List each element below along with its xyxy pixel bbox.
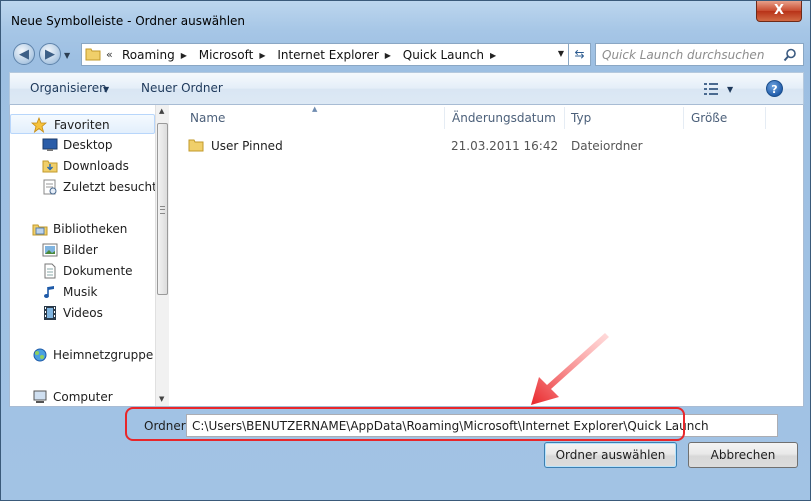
close-button[interactable]: X xyxy=(756,1,802,22)
breadcrumb-item[interactable]: Internet Explorer xyxy=(277,48,378,62)
refresh-button[interactable]: ⇆ xyxy=(569,43,591,66)
nav-item-computer[interactable]: Computer xyxy=(10,387,155,406)
nav-item-libraries[interactable]: Bibliotheken xyxy=(10,219,155,239)
column-header-name[interactable]: Name xyxy=(190,111,225,135)
breadcrumb-arrow-icon[interactable]: ▶ xyxy=(490,51,496,60)
nav-label: Favoriten xyxy=(54,118,110,132)
nav-label: Dokumente xyxy=(63,264,133,278)
table-row[interactable]: User Pinned 21.03.2011 16:42 Dateiordner xyxy=(188,136,788,156)
breadcrumb-item[interactable]: Roaming xyxy=(122,48,175,62)
column-divider[interactable] xyxy=(444,107,445,129)
homegroup-icon xyxy=(33,348,47,362)
scroll-down-icon[interactable]: ▼ xyxy=(159,395,164,403)
videos-icon xyxy=(44,306,56,320)
downloads-folder-icon xyxy=(42,160,58,173)
nav-item-videos[interactable]: Videos xyxy=(10,303,155,323)
column-header-date[interactable]: Änderungsdatum xyxy=(452,111,556,135)
details-view-icon[interactable] xyxy=(703,82,719,96)
select-folder-button[interactable]: Ordner auswählen xyxy=(544,442,677,468)
nav-label: Desktop xyxy=(63,138,113,152)
column-divider[interactable] xyxy=(683,107,684,129)
dialog-window: Neue Symbolleiste - Ordner auswählen X ◀… xyxy=(0,0,811,501)
column-header-type[interactable]: Typ xyxy=(571,111,591,135)
breadcrumb-arrow-icon[interactable]: ▶ xyxy=(181,51,187,60)
nav-label: Bibliotheken xyxy=(53,222,128,236)
file-list[interactable]: ▲ Name Änderungsdatum Typ Größe User Pin… xyxy=(172,105,802,406)
nav-label: Downloads xyxy=(63,159,129,173)
organize-button[interactable]: Organisieren xyxy=(30,81,107,95)
breadcrumb-arrow-icon[interactable]: ▶ xyxy=(385,51,391,60)
file-type: Dateiordner xyxy=(571,139,643,153)
window-title: Neue Symbolleiste - Ordner auswählen xyxy=(11,14,246,28)
nav-item-desktop[interactable]: Desktop xyxy=(10,135,155,155)
navigation-bar: ◀ ▶ ▼ « Roaming ▶ Microsoft ▶ Internet Exp… xyxy=(9,41,804,69)
annotation-arrow xyxy=(531,333,609,405)
nav-label: Zuletzt besucht xyxy=(63,180,155,194)
file-date: 21.03.2011 16:42 xyxy=(451,139,559,153)
nav-item-pictures[interactable]: Bilder xyxy=(10,240,155,260)
column-divider[interactable] xyxy=(564,107,565,129)
grip-icon xyxy=(160,206,165,214)
title-bar[interactable]: Neue Symbolleiste - Ordner auswählen X xyxy=(1,1,810,41)
scroll-up-icon[interactable]: ▲ xyxy=(159,107,164,115)
chevron-down-icon[interactable]: ▼ xyxy=(103,85,109,94)
column-header-size[interactable]: Größe xyxy=(691,111,727,135)
nav-item-documents[interactable]: Dokumente xyxy=(10,261,155,281)
breadcrumb-item[interactable]: Microsoft xyxy=(199,48,254,62)
navigation-pane[interactable]: Favoriten Desktop Downloads Zuletzt besu… xyxy=(10,105,155,406)
music-icon xyxy=(44,286,54,298)
search-icon[interactable] xyxy=(783,48,797,62)
star-icon xyxy=(31,117,47,133)
nav-label: Computer xyxy=(53,390,113,404)
nav-item-recent[interactable]: Zuletzt besucht xyxy=(10,177,155,197)
nav-label: Bilder xyxy=(63,243,98,257)
breadcrumb-overflow-chevron[interactable]: « xyxy=(106,48,113,61)
folder-icon xyxy=(85,48,101,61)
documents-icon xyxy=(44,263,56,279)
view-options-dropdown-icon[interactable]: ▼ xyxy=(727,85,733,94)
nav-item-music[interactable]: Musik xyxy=(10,282,155,302)
search-placeholder: Quick Launch durchsuchen xyxy=(602,48,765,62)
pictures-icon xyxy=(42,243,58,257)
help-icon[interactable]: ? xyxy=(766,80,783,97)
column-divider[interactable] xyxy=(765,107,766,129)
breadcrumb-item[interactable]: Quick Launch xyxy=(403,48,484,62)
nav-label: Videos xyxy=(63,306,103,320)
nav-item-favorites[interactable]: Favoriten xyxy=(10,114,155,134)
sort-ascending-icon: ▲ xyxy=(312,105,318,113)
desktop-icon xyxy=(42,138,58,151)
address-bar[interactable]: « Roaming ▶ Microsoft ▶ Internet Explorer ▶… xyxy=(81,43,569,66)
cancel-button[interactable]: Abbrechen xyxy=(688,442,798,468)
nav-label: Musik xyxy=(63,285,98,299)
search-input[interactable]: Quick Launch durchsuchen xyxy=(595,43,804,66)
recent-places-icon xyxy=(43,179,57,195)
computer-icon xyxy=(33,390,47,403)
nav-label: Heimnetzgruppe xyxy=(53,348,154,362)
folder-icon xyxy=(188,139,204,152)
nav-item-downloads[interactable]: Downloads xyxy=(10,156,155,176)
file-name: User Pinned xyxy=(211,139,283,153)
command-bar: Organisieren ▼ Neuer Ordner ▼ ? xyxy=(9,72,804,105)
address-dropdown-icon[interactable]: ▼ xyxy=(558,49,564,58)
forward-button[interactable]: ▶ xyxy=(39,43,61,65)
back-button[interactable]: ◀ xyxy=(13,43,35,65)
breadcrumb-arrow-icon[interactable]: ▶ xyxy=(259,51,265,60)
breadcrumb: Roaming ▶ Microsoft ▶ Internet Explorer ▶ Q… xyxy=(122,48,504,62)
browser-content: Favoriten Desktop Downloads Zuletzt besu… xyxy=(9,105,804,407)
nav-item-homegroup[interactable]: Heimnetzgruppe xyxy=(10,345,155,365)
libraries-icon xyxy=(32,224,48,236)
scrollbar-thumb[interactable] xyxy=(157,123,168,295)
annotation-highlight-box xyxy=(125,407,685,441)
nav-pane-scrollbar[interactable]: ▲ ▼ xyxy=(155,105,169,406)
new-folder-button[interactable]: Neuer Ordner xyxy=(141,81,223,95)
recent-pages-dropdown[interactable]: ▼ xyxy=(64,51,70,60)
